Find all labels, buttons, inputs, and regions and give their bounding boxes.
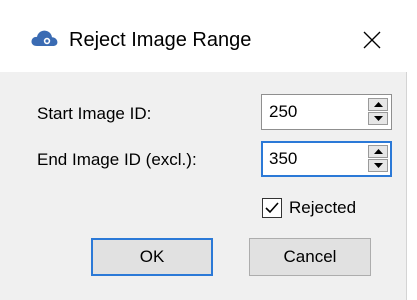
triangle-up-icon [373, 102, 383, 107]
ok-button[interactable]: OK [91, 238, 213, 276]
end-increment-button[interactable] [368, 145, 388, 158]
end-image-id-value[interactable]: 350 [269, 143, 297, 175]
reject-image-range-dialog: Reject Image Range Start Image ID: 250 E… [0, 0, 407, 300]
triangle-down-icon [373, 116, 383, 121]
start-image-id-spinbox[interactable]: 250 [261, 94, 392, 130]
end-decrement-button[interactable] [368, 159, 388, 172]
end-image-id-spinbox[interactable]: 350 [261, 141, 392, 177]
rejected-option[interactable]: Rejected [262, 194, 356, 222]
end-image-id-stepper [368, 145, 388, 173]
rejected-checkbox[interactable] [262, 198, 282, 218]
close-icon [363, 31, 381, 49]
triangle-up-icon [373, 149, 383, 154]
rejected-label[interactable]: Rejected [289, 198, 356, 218]
triangle-down-icon [373, 163, 383, 168]
checkmark-icon [265, 202, 279, 214]
cloud-icon [31, 29, 58, 48]
close-button[interactable] [350, 20, 394, 60]
start-image-id-label: Start Image ID: [37, 104, 152, 123]
dialog-title: Reject Image Range [69, 29, 252, 51]
start-image-id-stepper [368, 98, 388, 126]
end-image-id-label: End Image ID (excl.): [37, 150, 197, 169]
start-image-id-value[interactable]: 250 [269, 95, 297, 129]
start-increment-button[interactable] [368, 98, 388, 111]
cancel-button[interactable]: Cancel [249, 238, 371, 276]
title-bar: Reject Image Range [0, 0, 407, 72]
start-decrement-button[interactable] [368, 112, 388, 125]
